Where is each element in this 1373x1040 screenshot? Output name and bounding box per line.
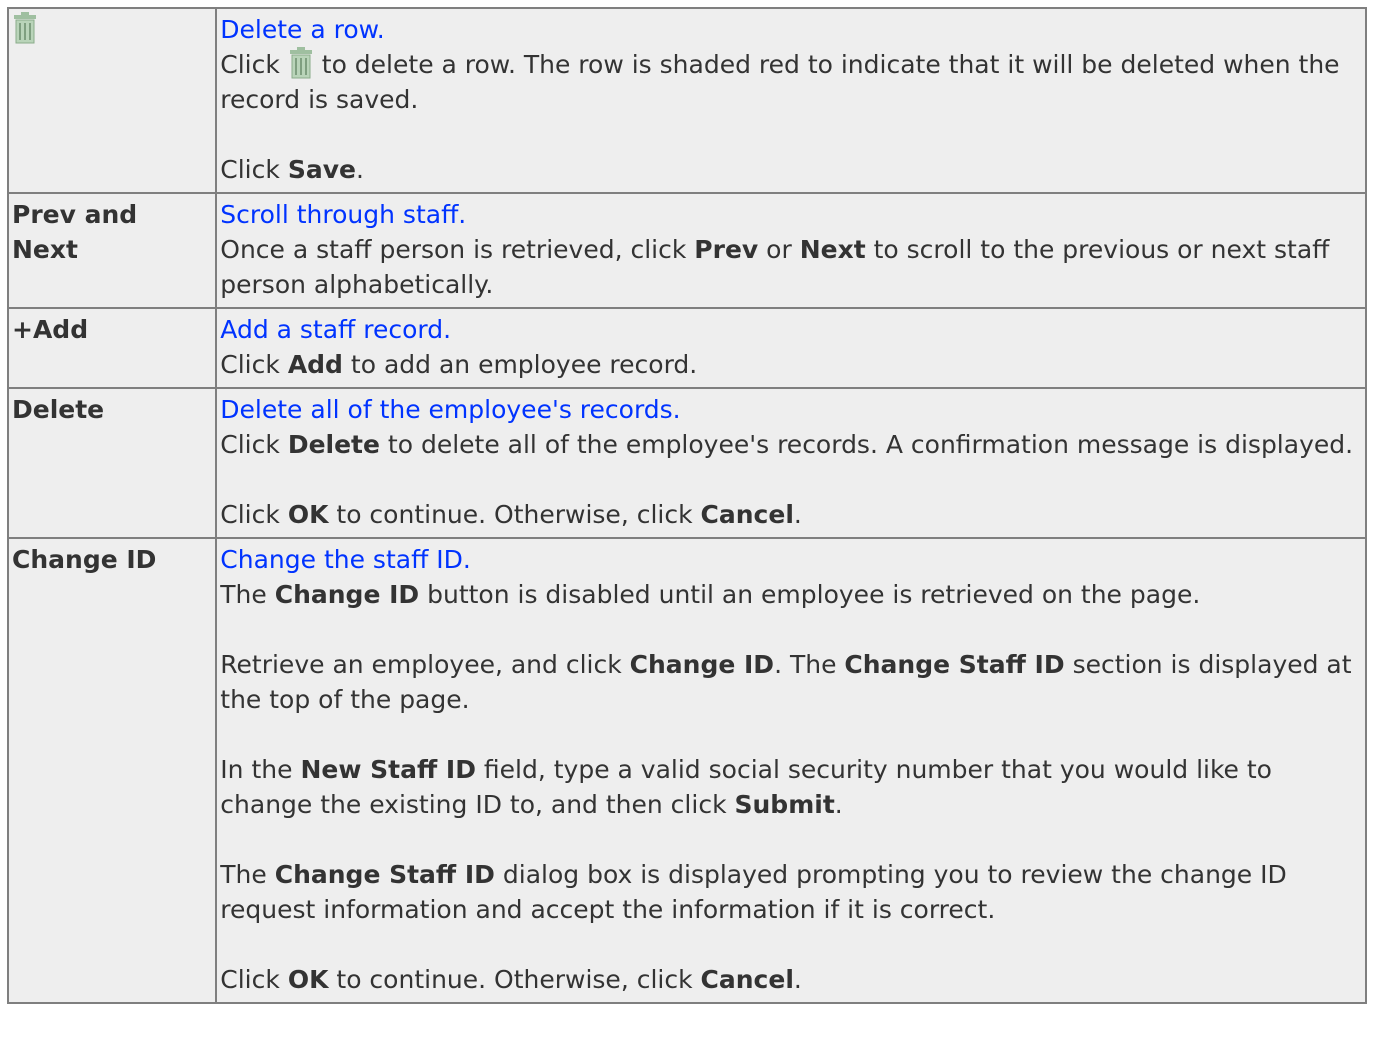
trash-icon	[14, 12, 36, 44]
scroll-staff-link[interactable]: Scroll through staff.	[220, 197, 1361, 232]
row-desc-cell: Change the staff ID. The Change ID butto…	[215, 537, 1367, 1004]
paragraph: Click Save.	[220, 155, 364, 184]
row-key-cell: Prev and Next	[6, 192, 218, 309]
table-row: +Add Add a staff record. Click Add to ad…	[6, 307, 1367, 389]
help-table: Delete a row. Click to delete a row. The…	[6, 7, 1367, 1004]
table-row: Delete a row. Click to delete a row. The…	[6, 7, 1367, 194]
paragraph: Click OK to continue. Otherwise, click C…	[220, 500, 802, 529]
delete-all-records-link[interactable]: Delete all of the employee's records.	[220, 392, 1361, 427]
paragraph: In the New Staff ID field, type a valid …	[220, 755, 1272, 819]
row-key-cell: +Add	[6, 307, 218, 389]
change-staff-id-link[interactable]: Change the staff ID.	[220, 542, 1361, 577]
row-key-cell	[6, 7, 218, 194]
row-desc-cell: Scroll through staff. Once a staff perso…	[215, 192, 1367, 309]
delete-row-link[interactable]: Delete a row.	[220, 12, 1361, 47]
row-desc-cell: Delete a row. Click to delete a row. The…	[215, 7, 1367, 194]
paragraph: The Change ID button is disabled until a…	[220, 580, 1201, 609]
paragraph: Click Delete to delete all of the employ…	[220, 430, 1354, 459]
table-row: Delete Delete all of the employee's reco…	[6, 387, 1367, 539]
row-desc-cell: Add a staff record. Click Add to add an …	[215, 307, 1367, 389]
paragraph: Click Add to add an employee record.	[220, 350, 698, 379]
row-key-cell: Delete	[6, 387, 218, 539]
table-row: Change ID Change the staff ID. The Chang…	[6, 537, 1367, 1004]
paragraph: Click to delete a row. The row is shaded…	[220, 47, 1361, 117]
paragraph: Once a staff person is retrieved, click …	[220, 235, 1330, 299]
paragraph: The Change Staff ID dialog box is displa…	[220, 860, 1287, 924]
trash-icon	[289, 47, 312, 79]
paragraph: Retrieve an employee, and click Change I…	[220, 650, 1352, 714]
row-desc-cell: Delete all of the employee's records. Cl…	[215, 387, 1367, 539]
row-key-cell: Change ID	[6, 537, 218, 1004]
table-row: Prev and Next Scroll through staff. Once…	[6, 192, 1367, 309]
paragraph: Click OK to continue. Otherwise, click C…	[220, 965, 802, 994]
add-staff-link[interactable]: Add a staff record.	[220, 312, 1361, 347]
